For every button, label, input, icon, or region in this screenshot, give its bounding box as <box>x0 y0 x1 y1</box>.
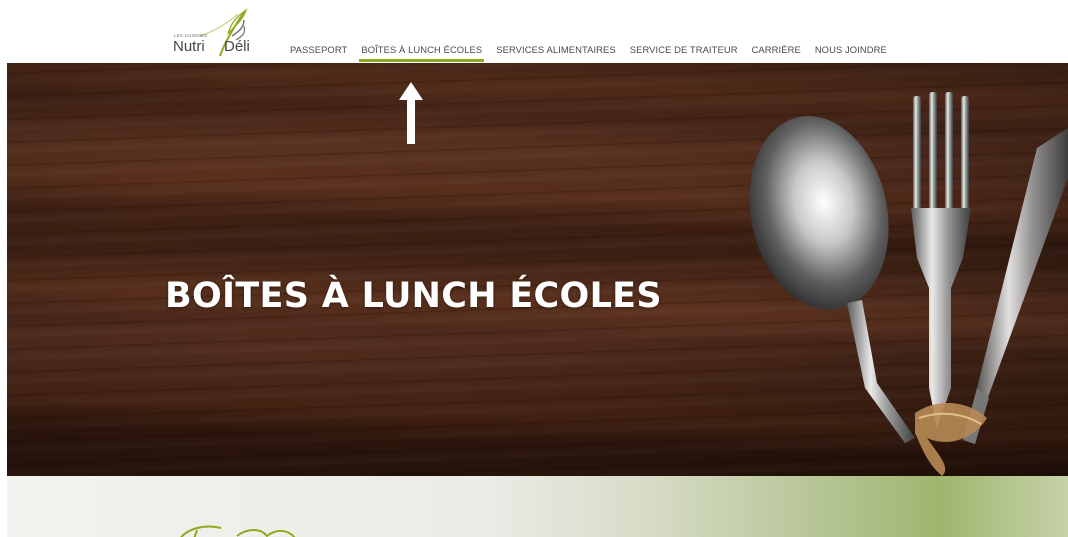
logo[interactable]: LES CUISINES Nutri Déli <box>172 6 252 58</box>
logo-name-right: Déli <box>224 38 250 55</box>
logo-name-left: Nutri <box>173 38 205 55</box>
nav-item-boites-a-lunch[interactable]: BOÎTES À LUNCH ÉCOLES <box>359 44 485 62</box>
nav-item-services-alimentaires[interactable]: SERVICES ALIMENTAIRES <box>496 44 616 61</box>
main-nav: PASSEPORT BOÎTES À LUNCH ÉCOLES SERVICES… <box>290 44 901 64</box>
content-section-preview <box>7 476 1068 537</box>
page: LES CUISINES Nutri Déli PASSEPORT BOÎTES… <box>0 0 1068 537</box>
site-header: LES CUISINES Nutri Déli PASSEPORT BOÎTES… <box>0 0 1068 63</box>
page-title: BOÎTES À LUNCH ÉCOLES <box>165 276 662 317</box>
nav-item-service-traiteur[interactable]: SERVICE DE TRAITEUR <box>630 44 738 61</box>
nav-item-passeport[interactable]: PASSEPORT <box>290 44 347 61</box>
nav-item-nous-joindre[interactable]: NOUS JOINDRE <box>815 44 887 61</box>
arrow-up-icon <box>399 82 423 144</box>
script-heading-decoration <box>180 525 296 537</box>
nav-item-carriere[interactable]: CARRIÈRE <box>752 44 801 61</box>
cutlery-icon <box>749 92 1068 476</box>
hero-banner: BOÎTES À LUNCH ÉCOLES <box>7 63 1068 476</box>
